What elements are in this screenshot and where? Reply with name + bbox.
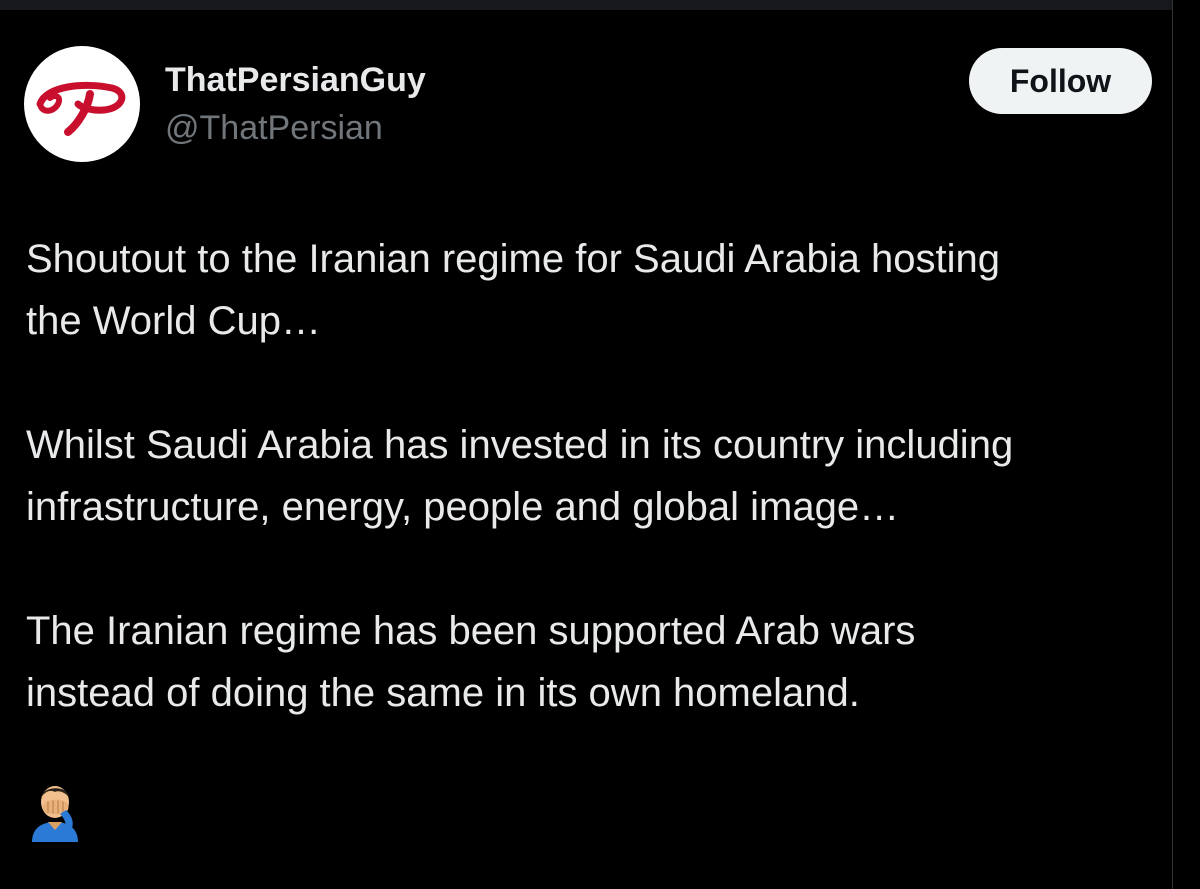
top-divider bbox=[0, 0, 1200, 10]
author-handle[interactable]: @ThatPersian bbox=[165, 106, 383, 150]
author-display-name[interactable]: ThatPersianGuy bbox=[165, 58, 426, 102]
tweet-paragraph: The Iranian regime has been supported Ar… bbox=[26, 609, 916, 715]
tweet-text: Shoutout to the Iranian regime for Saudi… bbox=[26, 228, 1166, 786]
tweet-card: ThatPersianGuy @ThatPersian Follow Shout… bbox=[0, 0, 1200, 889]
red-script-p-logo-icon bbox=[36, 81, 126, 136]
tweet-paragraph: Whilst Saudi Arabia has invested in its … bbox=[26, 423, 1014, 529]
avatar[interactable] bbox=[24, 46, 140, 162]
follow-button[interactable]: Follow bbox=[969, 48, 1152, 114]
man-facepalming-emoji-icon bbox=[26, 778, 84, 842]
tweet-paragraph: Shoutout to the Iranian regime for Saudi… bbox=[26, 237, 1000, 343]
scrollbar-track[interactable] bbox=[1172, 0, 1200, 889]
